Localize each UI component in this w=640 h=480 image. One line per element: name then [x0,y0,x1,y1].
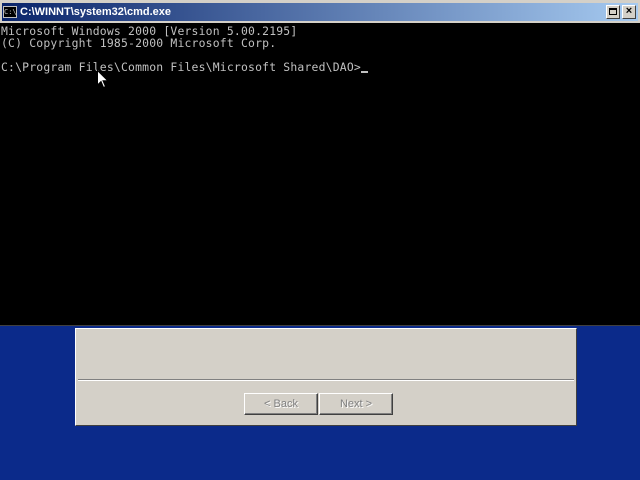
console-line: (C) Copyright 1985-2000 Microsoft Corp. [1,36,277,50]
maximize-button[interactable] [606,5,620,19]
desktop: < Back Next > C:\ C:\WINNT\system32\cmd.… [0,0,640,480]
back-button[interactable]: < Back [244,393,318,415]
text-cursor [360,71,368,73]
wizard-separator [78,379,574,381]
window-title: C:\WINNT\system32\cmd.exe [20,6,171,18]
mouse-pointer-icon [97,70,109,89]
command-prompt[interactable]: C:\Program Files\Common Files\Microsoft … [1,61,368,73]
close-button[interactable]: × [622,5,636,19]
maximize-icon [609,8,617,15]
next-button[interactable]: Next > [319,393,393,415]
console-icon[interactable]: C:\ [3,6,17,18]
console-output[interactable]: Microsoft Windows 2000 [Version 5.00.219… [0,23,640,325]
setup-wizard-dialog: < Back Next > [75,328,577,426]
prompt-path: C:\Program Files\Common Files\Microsoft … [1,60,361,74]
title-bar[interactable]: C:\ C:\WINNT\system32\cmd.exe × [2,3,638,21]
console-window[interactable]: C:\ C:\WINNT\system32\cmd.exe × Microsof… [0,0,640,326]
close-icon: × [625,5,633,17]
wizard-header [76,329,576,379]
